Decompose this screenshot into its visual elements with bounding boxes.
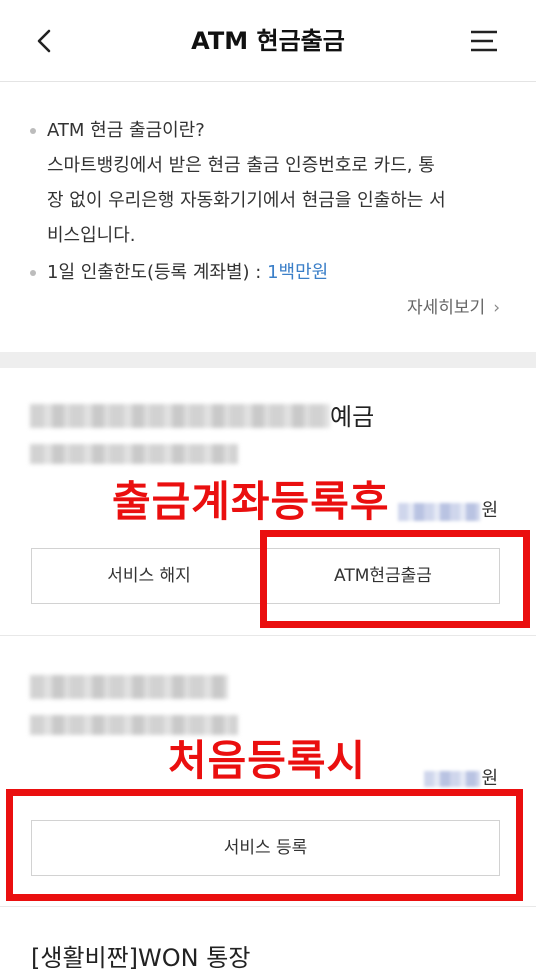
service-cancel-button[interactable]: 서비스 해지 bbox=[31, 548, 267, 604]
masked-account-number bbox=[30, 444, 238, 464]
hamburger-menu-icon[interactable] bbox=[469, 27, 499, 55]
more-link[interactable]: 자세히보기 › bbox=[407, 295, 500, 321]
bullet-icon bbox=[30, 128, 36, 134]
masked-balance bbox=[424, 771, 480, 787]
page-title: ATM 현금출금 bbox=[191, 27, 345, 55]
annotation-box bbox=[6, 789, 523, 901]
info-section: ATM 현금 출금이란? 스마트뱅킹에서 받은 현금 출금 인증번호로 카드, … bbox=[0, 83, 536, 355]
limit-text: 1일 인출한도(등록 계좌별) : 1백만원 bbox=[47, 255, 328, 290]
annotation-box bbox=[260, 530, 530, 628]
annotation-text: 출금계좌등록후 bbox=[112, 477, 390, 526]
info-line: 장 없이 우리은행 자동화기기에서 현금을 인출하는 서 bbox=[47, 190, 446, 211]
app-header: ATM 현금출금 bbox=[0, 0, 536, 82]
limit-value: 1백만원 bbox=[267, 262, 329, 283]
bullet-icon bbox=[30, 270, 36, 276]
chevron-right-icon: › bbox=[493, 298, 500, 318]
masked-account-number bbox=[30, 715, 238, 735]
masked-account-name bbox=[30, 675, 228, 699]
account-name-suffix: 예금 bbox=[330, 403, 375, 431]
info-line: 스마트뱅킹에서 받은 현금 출금 인증번호로 카드, 통 bbox=[47, 155, 435, 176]
limit-label: 1일 인출한도(등록 계좌별) : bbox=[47, 262, 268, 283]
currency-unit: 원 bbox=[481, 500, 498, 521]
annotation-text: 처음등록시 bbox=[168, 736, 367, 785]
masked-account-name bbox=[30, 404, 330, 428]
account-name: [생활비짠]WON 통장 bbox=[31, 944, 251, 972]
section-divider bbox=[0, 352, 536, 368]
info-line: ATM 현금 출금이란? bbox=[47, 120, 205, 141]
masked-balance bbox=[398, 503, 480, 521]
more-label: 자세히보기 bbox=[406, 298, 486, 318]
info-line: 비스입니다. bbox=[47, 225, 136, 246]
